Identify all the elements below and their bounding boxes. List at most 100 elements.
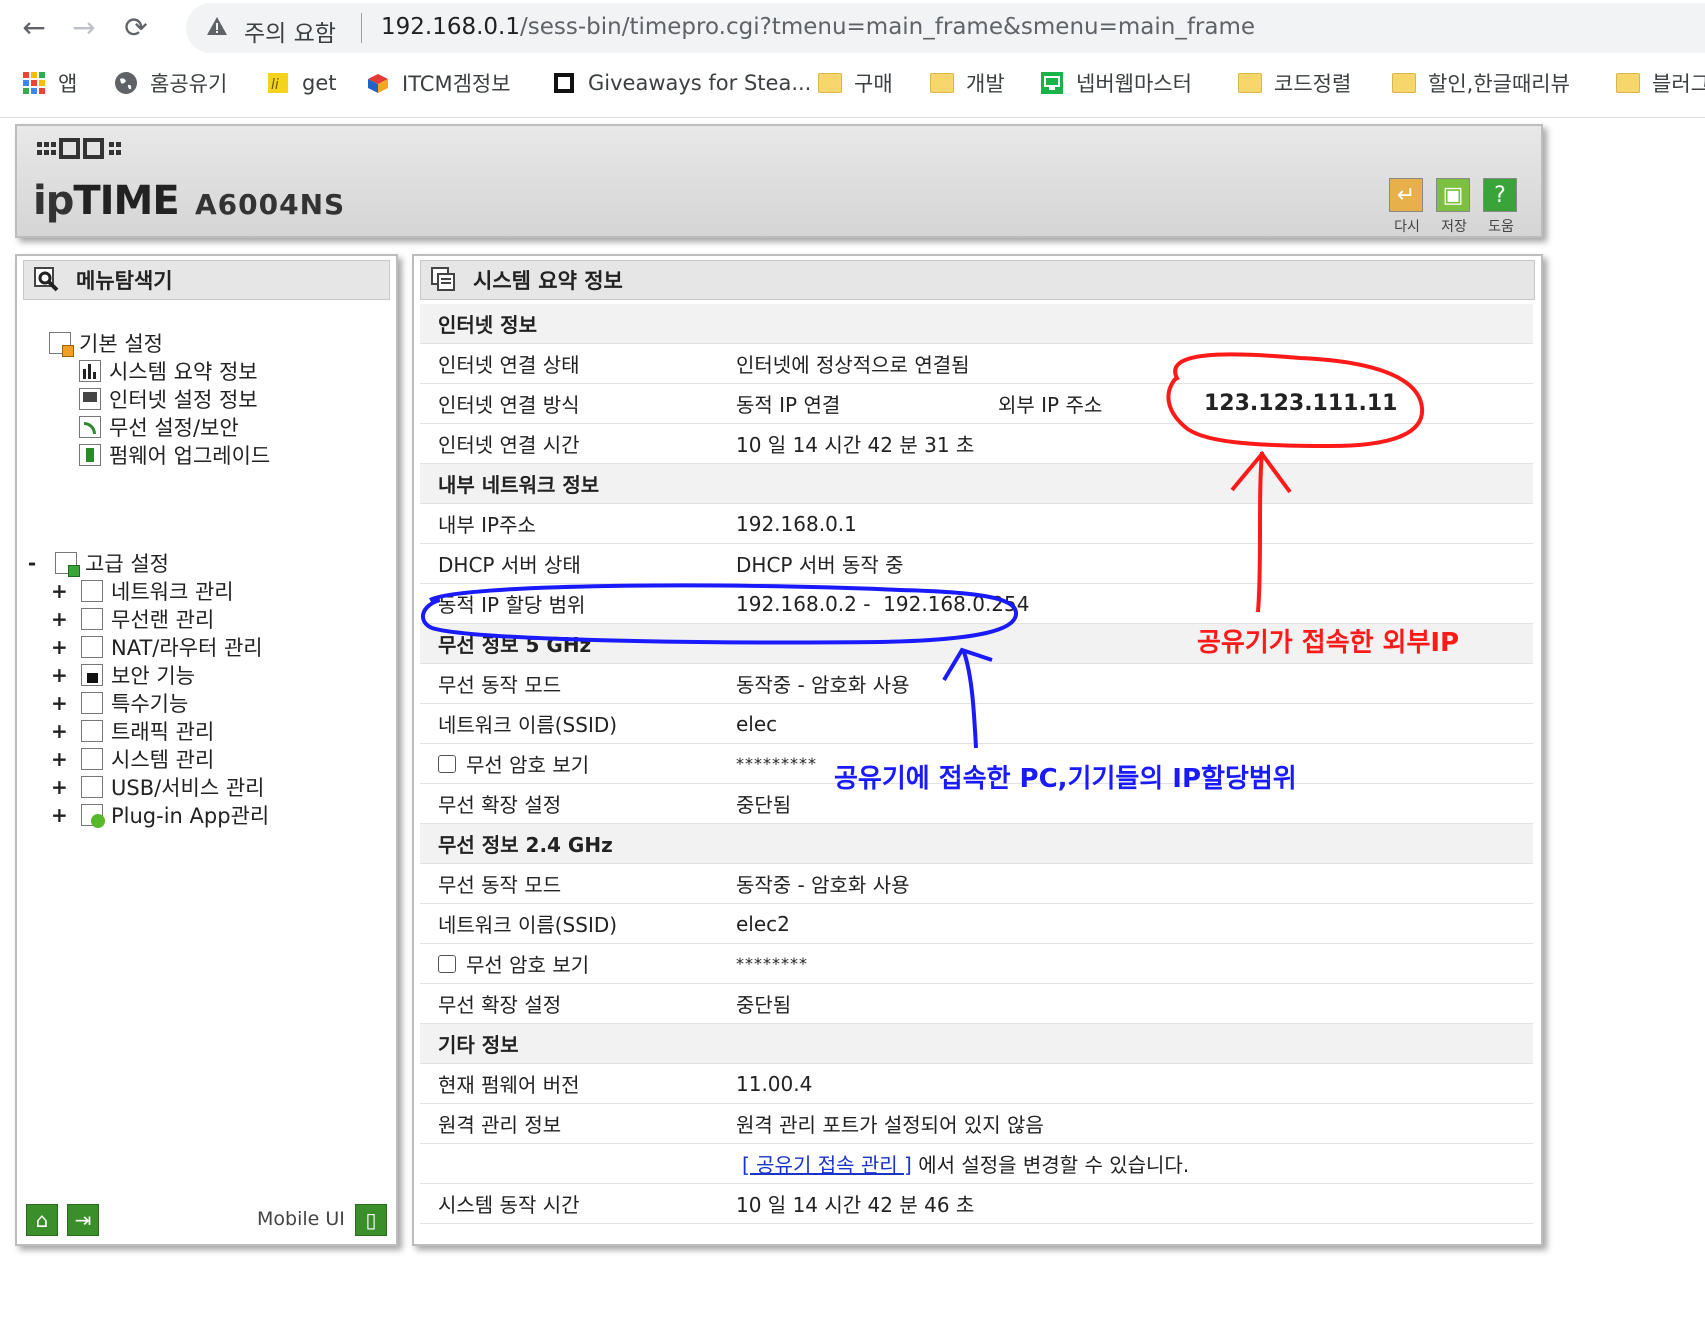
help-button[interactable]: ? 도움	[1483, 178, 1519, 236]
expand-icon[interactable]: +	[51, 663, 68, 687]
tree-item-wlan-management[interactable]: + 무선랜 관리	[51, 604, 214, 634]
expand-icon[interactable]: +	[51, 747, 68, 771]
bookmark-folder-blog[interactable]: 블러그	[1616, 68, 1705, 98]
plugin-globe-icon	[81, 804, 105, 828]
menu-explorer-title: 메뉴탐색기	[76, 269, 173, 293]
row-label: 시스템 동작 시간	[438, 1193, 580, 1217]
address-bar[interactable]: 주의 요함 192.168.0.1/sess-bin/timepro.cgi?t…	[186, 3, 1705, 53]
bookmark-label: 넵버웹마스터	[1076, 72, 1192, 96]
windows-stack-icon	[431, 267, 455, 291]
bookmark-home-router[interactable]: 홈공유기	[114, 68, 227, 98]
expand-icon[interactable]: +	[51, 803, 68, 827]
section-title: 기타 정보	[438, 1033, 519, 1057]
reload-config-button[interactable]: ↵ 다시	[1389, 178, 1425, 236]
collapse-toggle-icon[interactable]: -	[25, 551, 39, 575]
tree-item-network-management[interactable]: + 네트워크 관리	[51, 576, 234, 606]
bookmark-label: 할인,한글때리뷰	[1428, 72, 1570, 96]
show-password-checkbox[interactable]	[438, 954, 456, 973]
folder-advanced-icon	[55, 552, 80, 577]
folder-icon	[1616, 73, 1640, 93]
remote-note-text: 에서 설정을 변경할 수 있습니다.	[911, 1153, 1190, 1177]
tree-item-wireless-security[interactable]: 무선 설정/보안	[79, 412, 239, 442]
floppy-disk-icon: ▣	[1436, 178, 1470, 212]
table-row: 무선 암호 보기 ********	[420, 944, 1533, 984]
tree-label: 인터넷 설정 정보	[109, 388, 258, 412]
row-value: 192.168.0.1	[736, 511, 857, 536]
table-row: 무선 동작 모드 동작중 - 암호화 사용	[420, 864, 1533, 904]
bookmark-label: ITCM겜정보	[402, 72, 511, 96]
tree-item-internet-settings[interactable]: 인터넷 설정 정보	[79, 384, 258, 414]
expand-icon[interactable]: +	[51, 607, 68, 631]
tree-item-plugin-app[interactable]: + Plug-in App관리	[51, 800, 269, 830]
row-value: 원격 관리 포트가 설정되어 있지 않음	[736, 1113, 1044, 1137]
undo-icon: ↵	[1389, 178, 1423, 212]
save-button[interactable]: ▣ 저장	[1436, 178, 1472, 236]
row-label: 무선 암호 보기	[466, 753, 590, 777]
bookmark-apps[interactable]: 앱	[22, 68, 77, 98]
bookmark-folder-buy[interactable]: 구매	[818, 68, 893, 98]
brand-prefix: ip	[33, 178, 74, 224]
show-password-toggle[interactable]: 무선 암호 보기	[438, 949, 589, 978]
table-row: 현재 펌웨어 버전 11.00.4	[420, 1064, 1533, 1104]
url-text[interactable]: 192.168.0.1/sess-bin/timepro.cgi?tmenu=m…	[381, 14, 1255, 40]
security-warning-label[interactable]: 주의 요함	[244, 14, 336, 48]
tree-item-security[interactable]: + 보안 기능	[51, 660, 195, 690]
tree-basic-settings[interactable]: 기본 설정	[49, 328, 163, 358]
tree-item-system-management[interactable]: + 시스템 관리	[51, 744, 214, 774]
show-password-checkbox[interactable]	[438, 754, 456, 773]
external-ip-value: 123.123.111.11	[1204, 391, 1398, 416]
expand-icon[interactable]: +	[51, 579, 68, 603]
expand-icon[interactable]: +	[51, 719, 68, 743]
row-label: 내부 IP주소	[438, 513, 536, 537]
table-row: 무선 동작 모드 동작중 - 암호화 사용	[420, 664, 1533, 704]
mobile-ui-button[interactable]: ▯	[355, 1204, 387, 1236]
tree-item-system-summary[interactable]: 시스템 요약 정보	[79, 356, 258, 386]
tree-item-usb-service[interactable]: + USB/서비스 관리	[51, 772, 264, 802]
help-label: 도움	[1488, 219, 1514, 235]
tree-label: 펌웨어 업그레이드	[109, 444, 271, 468]
back-button[interactable]: ←	[14, 8, 54, 48]
row-value: DHCP 서버 동작 중	[736, 553, 904, 577]
home-button[interactable]: ⌂	[26, 1204, 58, 1236]
table-row: DHCP 서버 상태 DHCP 서버 동작 중	[420, 544, 1533, 584]
tree-label: Plug-in App관리	[111, 804, 270, 828]
bookmark-giveaways[interactable]: Giveaways for Stea...	[552, 68, 811, 98]
table-row: 네트워크 이름(SSID) elec2	[420, 904, 1533, 944]
tree-item-nat-router[interactable]: + NAT/라우터 관리	[51, 632, 263, 662]
bookmark-itcm[interactable]: ITCM겜정보	[366, 68, 511, 98]
bookmark-label: get	[302, 71, 337, 95]
section-wifi-24ghz: 무선 정보 2.4 GHz	[420, 824, 1533, 864]
section-title: 무선 정보 2.4 GHz	[438, 833, 613, 857]
magnifier-icon	[34, 267, 59, 292]
square-icon	[554, 73, 574, 93]
bookmark-folder-dev[interactable]: 개발	[930, 68, 1005, 98]
row-label: 인터넷 연결 상태	[438, 353, 580, 377]
bookmark-folder-sale[interactable]: 할인,한글때리뷰	[1392, 68, 1570, 98]
bookmark-webmaster[interactable]: 넵버웹마스터	[1040, 68, 1192, 98]
show-password-toggle[interactable]: 무선 암호 보기	[438, 749, 589, 778]
password-mask: *********	[736, 754, 817, 773]
logout-button[interactable]: ⇥	[67, 1204, 99, 1236]
iptime-dots-logo-icon	[37, 138, 121, 159]
bookmark-folder-code[interactable]: 코드정렬	[1238, 68, 1351, 98]
tree-item-special-features[interactable]: + 특수기능	[51, 688, 188, 718]
reload-button[interactable]: ⟳	[116, 8, 156, 48]
expand-icon[interactable]: +	[51, 635, 68, 659]
mobile-phone-icon: ▯	[365, 1208, 377, 1232]
section-lan: 내부 네트워크 정보	[420, 464, 1533, 504]
tree-item-firmware-upgrade[interactable]: 펌웨어 업그레이드	[79, 440, 270, 470]
expand-icon[interactable]: +	[51, 691, 68, 715]
brand-logo: ipTIME	[33, 178, 180, 224]
forward-button[interactable]: →	[64, 8, 104, 48]
table-row: 무선 확장 설정 중단됨	[420, 984, 1533, 1024]
mobile-ui-label[interactable]: Mobile UI	[257, 1208, 345, 1230]
bookmark-label: 홈공유기	[150, 72, 228, 96]
expand-icon[interactable]: +	[51, 775, 68, 799]
router-access-link[interactable]: [ 공유기 접속 관리 ]	[742, 1153, 912, 1177]
table-row: [ 공유기 접속 관리 ] 에서 설정을 변경할 수 있습니다.	[420, 1144, 1533, 1184]
password-mask: ********	[736, 954, 808, 973]
browser-toolbar: ← → ⟳ 주의 요함 192.168.0.1/sess-bin/timepro…	[0, 0, 1705, 118]
tree-item-traffic-management[interactable]: + 트래픽 관리	[51, 716, 214, 746]
bookmark-get[interactable]: li get	[266, 68, 336, 98]
tree-advanced-settings[interactable]: - 고급 설정	[25, 548, 169, 578]
